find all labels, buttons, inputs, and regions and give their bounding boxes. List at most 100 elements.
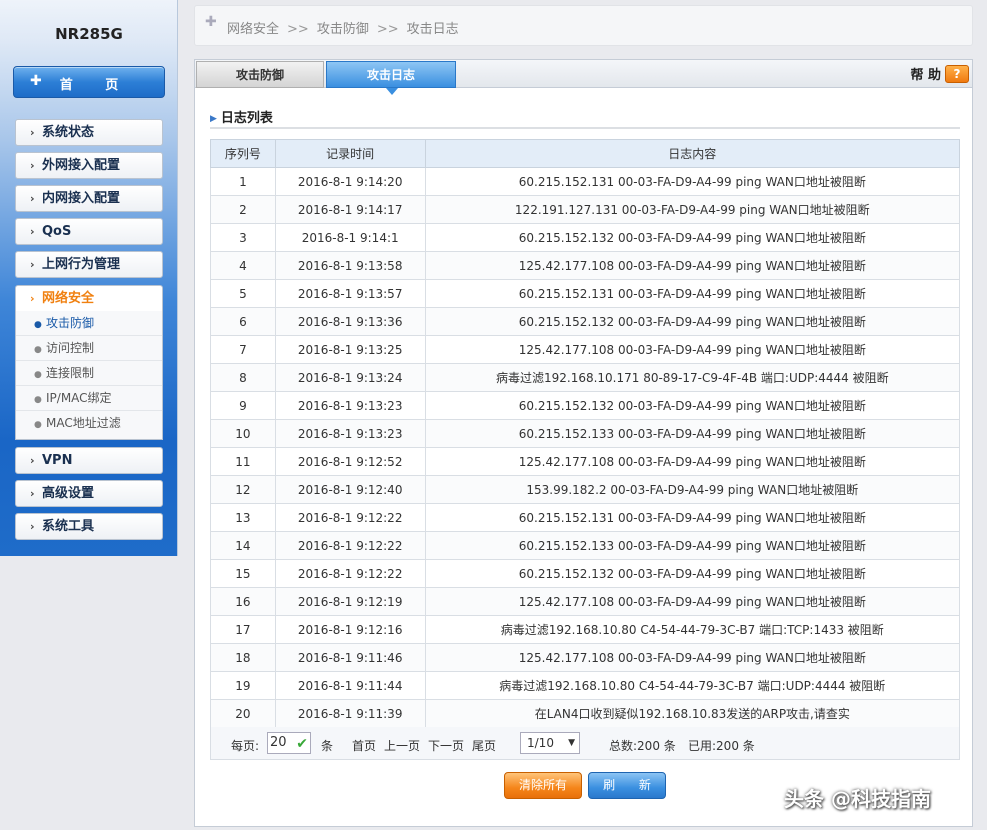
- row-index: 7: [210, 335, 276, 364]
- table-row: 9 2016-8-1 9:13:23 60.215.152.132 00-03-FA…: [210, 391, 961, 420]
- table-row: 19 2016-8-1 9:11:44 病毒过滤192.168.10.80 C4-5…: [210, 671, 961, 700]
- row-index: 14: [210, 531, 276, 560]
- table-row: 12 2016-8-1 9:12:40 153.99.182.2 00-03-FA-…: [210, 475, 961, 504]
- home-button[interactable]: ✚ 首 页: [13, 66, 165, 98]
- table-row: 6 2016-8-1 9:13:36 60.215.152.132 00-03-FA…: [210, 307, 961, 336]
- per-page-label: 每页:: [231, 739, 260, 753]
- table-row: 14 2016-8-1 9:12:22 60.215.152.133 00-03-F…: [210, 531, 961, 560]
- row-content: 125.42.177.108 00-03-FA-D9-A4-99 ping WA…: [424, 643, 961, 672]
- row-time: 2016-8-1 9:13:25: [274, 335, 426, 364]
- table-row: 20 2016-8-1 9:11:39 在LAN4口收到疑似192.168.10.8…: [210, 699, 961, 728]
- page-select[interactable]: 1/10 ▼: [520, 732, 580, 754]
- submenu-item-attack-defense[interactable]: ● 攻击防御: [16, 311, 162, 336]
- row-index: 4: [210, 251, 276, 280]
- row-content: 60.215.152.132 00-03-FA-D9-A4-99 ping WA…: [424, 307, 961, 336]
- breadcrumb-item: 攻击日志: [406, 22, 459, 37]
- row-index: 10: [210, 419, 276, 448]
- submenu-item-connection-limit[interactable]: ● 连接限制: [16, 361, 162, 386]
- tab-attack-defense[interactable]: 攻击防御: [196, 61, 324, 88]
- row-time: 2016-8-1 9:11:39: [274, 699, 426, 728]
- watermark: 头条 @科技指南: [784, 787, 931, 811]
- question-icon: ?: [945, 64, 969, 83]
- bullet-icon: ●: [34, 320, 42, 330]
- row-content: 60.215.152.132 00-03-FA-D9-A4-99 ping WA…: [424, 559, 961, 588]
- content-panel: 攻击防御 攻击日志 帮 助? ▶ 日志列表 序列号 记录时间 日志内容 1 20…: [194, 59, 973, 827]
- last-page-link[interactable]: 尾页: [472, 737, 496, 754]
- table-row: 1 2016-8-1 9:14:20 60.215.152.131 00-03-FA…: [210, 167, 961, 196]
- bullet-icon: ●: [34, 420, 42, 430]
- row-index: 12: [210, 475, 276, 504]
- menu-item-lan-config[interactable]: › 内网接入配置: [15, 185, 163, 212]
- dropdown-arrow-icon: ▼: [568, 738, 575, 748]
- row-index: 15: [210, 559, 276, 588]
- row-content: 60.215.152.133 00-03-FA-D9-A4-99 ping WA…: [424, 531, 961, 560]
- menu-item-behavior-mgmt[interactable]: › 上网行为管理: [15, 251, 163, 278]
- check-icon[interactable]: ✔: [296, 734, 308, 754]
- row-content: 125.42.177.108 00-03-FA-D9-A4-99 ping WA…: [424, 447, 961, 476]
- breadcrumb-item[interactable]: 攻击防御: [317, 22, 369, 37]
- refresh-button[interactable]: 刷 新: [588, 772, 666, 799]
- menu-item-wan-config[interactable]: › 外网接入配置: [15, 152, 163, 179]
- row-time: 2016-8-1 9:13:36: [274, 307, 426, 336]
- bullet-icon: ●: [34, 345, 42, 355]
- tab-attack-log[interactable]: 攻击日志: [326, 61, 456, 95]
- first-page-link[interactable]: 首页: [352, 737, 376, 754]
- column-header-index: 序列号: [210, 139, 276, 168]
- security-submenu: ● 攻击防御 ● 访问控制 ● 连接限制 ● IP/MAC绑定 ● MAC地址过滤: [15, 311, 163, 440]
- row-content: 病毒过滤192.168.10.171 80-89-17-C9-4F-4B 端口:…: [424, 363, 961, 392]
- row-content: 病毒过滤192.168.10.80 C4-54-44-79-3C-B7 端口:T…: [424, 615, 961, 644]
- row-index: 8: [210, 363, 276, 392]
- clear-all-button[interactable]: 清除所有: [504, 772, 582, 799]
- row-content: 125.42.177.108 00-03-FA-D9-A4-99 ping WA…: [424, 251, 961, 280]
- prev-page-link[interactable]: 上一页: [384, 737, 420, 754]
- row-index: 2: [210, 195, 276, 224]
- column-header-time: 记录时间: [274, 139, 426, 168]
- row-index: 3: [210, 223, 276, 252]
- breadcrumb-item[interactable]: 网络安全: [227, 22, 279, 37]
- row-time: 2016-8-1 9:12:22: [274, 559, 426, 588]
- menu-item-system-status[interactable]: › 系统状态: [15, 119, 163, 146]
- breadcrumb-text: 网络安全 >> 攻击防御 >> 攻击日志: [227, 22, 459, 37]
- chevron-right-icon: ›: [30, 258, 35, 271]
- per-page-input[interactable]: 20 ✔: [267, 732, 311, 754]
- row-content: 60.215.152.132 00-03-FA-D9-A4-99 ping WA…: [424, 223, 961, 252]
- submenu-item-mac-filter[interactable]: ● MAC地址过滤: [16, 411, 162, 436]
- row-time: 2016-8-1 9:13:23: [274, 419, 426, 448]
- row-time: 2016-8-1 9:14:17: [274, 195, 426, 224]
- per-page-unit: 条: [321, 739, 334, 753]
- table-row: 7 2016-8-1 9:13:25 125.42.177.108 00-03-FA…: [210, 335, 961, 364]
- row-content: 125.42.177.108 00-03-FA-D9-A4-99 ping WA…: [424, 335, 961, 364]
- row-content: 153.99.182.2 00-03-FA-D9-A4-99 ping WAN口…: [424, 475, 961, 504]
- row-content: 病毒过滤192.168.10.80 C4-54-44-79-3C-B7 端口:U…: [424, 671, 961, 700]
- submenu-item-ip-mac-binding[interactable]: ● IP/MAC绑定: [16, 386, 162, 411]
- row-index: 11: [210, 447, 276, 476]
- triangle-right-icon: ▶: [210, 114, 217, 124]
- next-page-link[interactable]: 下一页: [428, 737, 464, 754]
- submenu-item-access-control[interactable]: ● 访问控制: [16, 336, 162, 361]
- menu-item-advanced-settings[interactable]: › 高级设置: [15, 480, 163, 507]
- row-index: 9: [210, 391, 276, 420]
- row-time: 2016-8-1 9:14:20: [274, 167, 426, 196]
- chevron-right-icon: ›: [30, 126, 35, 139]
- row-content: 122.191.127.131 00-03-FA-D9-A4-99 ping W…: [424, 195, 961, 224]
- row-time: 2016-8-1 9:13:23: [274, 391, 426, 420]
- table-row: 13 2016-8-1 9:12:22 60.215.152.131 00-03-F…: [210, 503, 961, 532]
- chevron-right-icon: ›: [30, 292, 35, 305]
- menu-item-system-tools[interactable]: › 系统工具: [15, 513, 163, 540]
- row-time: 2016-8-1 9:14:1: [274, 223, 426, 252]
- row-time: 2016-8-1 9:11:46: [274, 643, 426, 672]
- chevron-right-icon: ›: [30, 159, 35, 172]
- menu-item-network-security[interactable]: › 网络安全: [15, 285, 163, 311]
- table-row: 11 2016-8-1 9:12:52 125.42.177.108 00-03-F…: [210, 447, 961, 476]
- row-content: 60.215.152.131 00-03-FA-D9-A4-99 ping WA…: [424, 279, 961, 308]
- row-index: 5: [210, 279, 276, 308]
- chevron-right-icon: ›: [30, 487, 35, 500]
- bullet-icon: ●: [34, 395, 42, 405]
- chevron-right-icon: ›: [30, 192, 35, 205]
- menu-item-vpn[interactable]: › VPN: [15, 447, 163, 474]
- help-button[interactable]: 帮 助?: [910, 64, 969, 83]
- row-content: 60.215.152.131 00-03-FA-D9-A4-99 ping WA…: [424, 167, 961, 196]
- menu-item-qos[interactable]: › QoS: [15, 218, 163, 245]
- chevron-right-icon: ›: [30, 520, 35, 533]
- row-time: 2016-8-1 9:12:52: [274, 447, 426, 476]
